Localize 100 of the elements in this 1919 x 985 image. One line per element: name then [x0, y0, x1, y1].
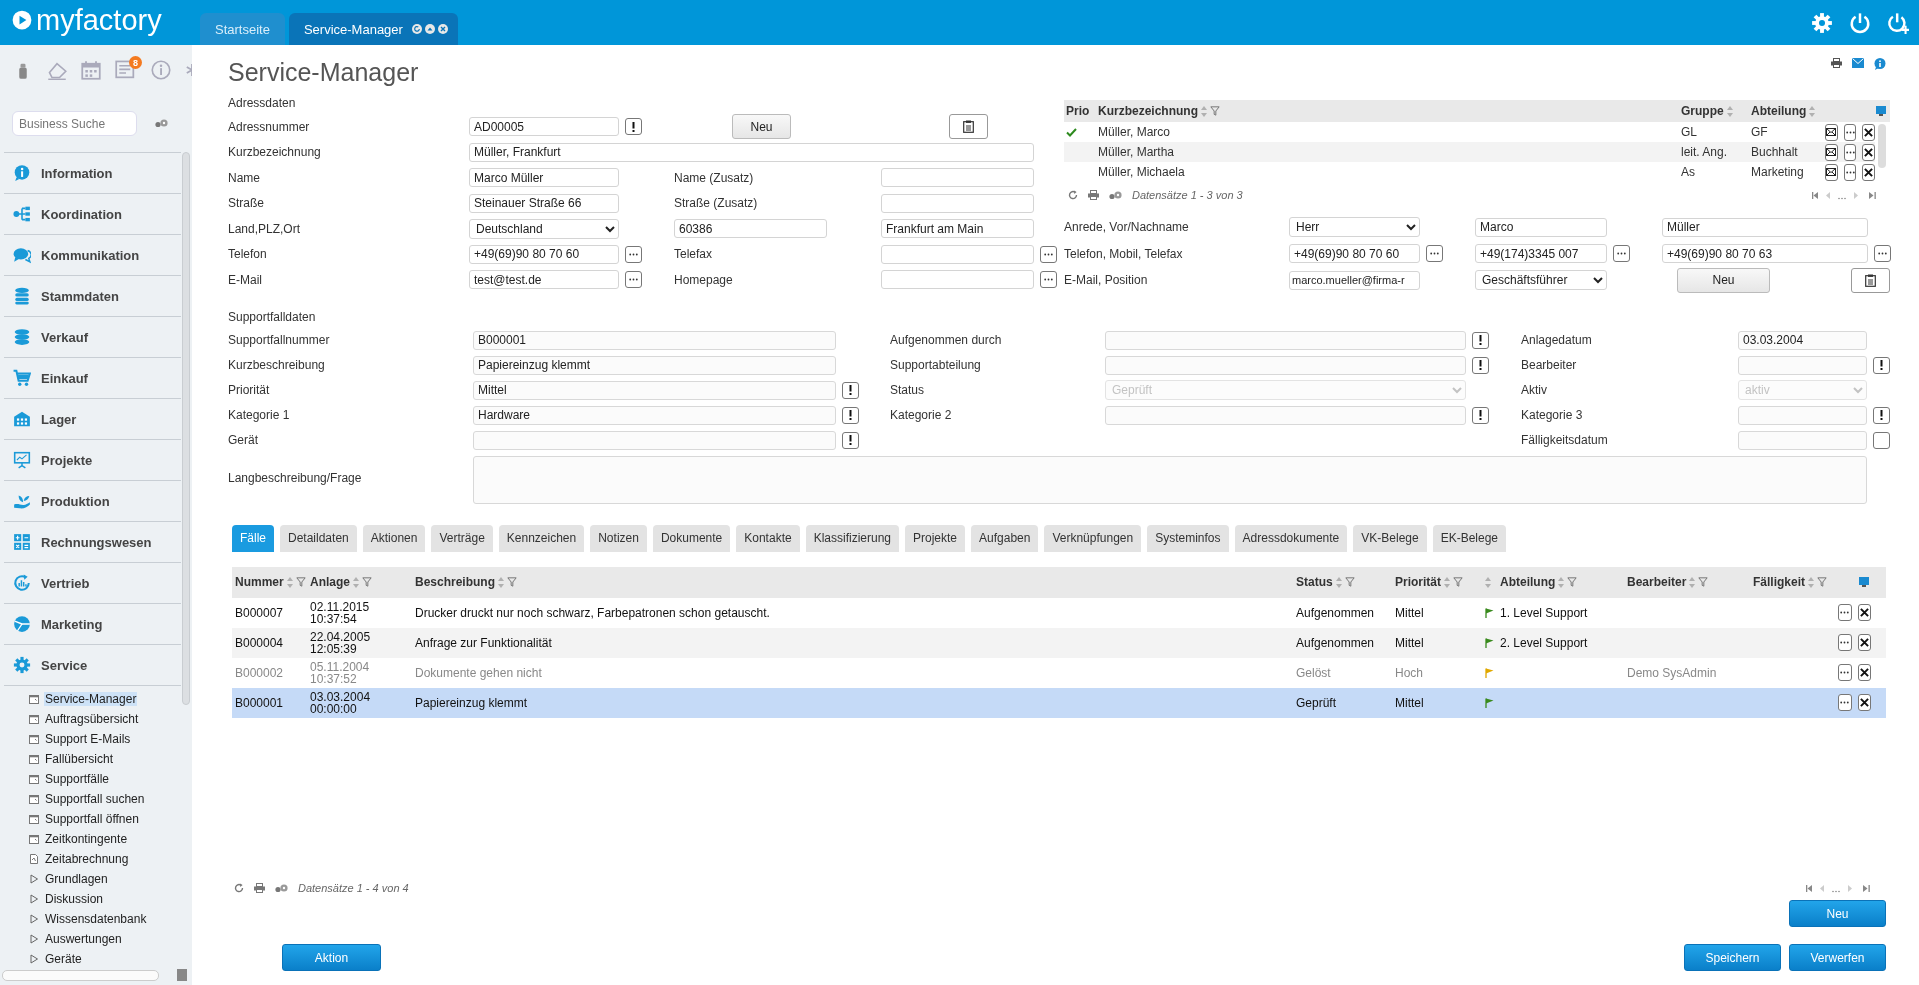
column-header[interactable]: Abteilung — [1751, 104, 1807, 118]
delete-button[interactable] — [1857, 694, 1871, 711]
new-button[interactable]: Neu — [1677, 267, 1770, 293]
alert-button[interactable] — [842, 381, 859, 399]
nav-item[interactable]: Kommunikation — [4, 234, 181, 275]
nav-item[interactable]: Einkauf — [4, 357, 181, 398]
text-field[interactable] — [881, 244, 1034, 264]
refresh-icon[interactable] — [234, 883, 244, 893]
nav-item[interactable]: Produktion — [4, 480, 181, 521]
column-header[interactable]: Fälligkeit — [1753, 575, 1805, 589]
mail-icon[interactable] — [1852, 58, 1864, 68]
text-field[interactable] — [881, 270, 1034, 290]
table-row[interactable]: Müller, Martha leit. Ang. Buchhalt — [1064, 142, 1875, 162]
text-field[interactable]: AD00005 — [469, 117, 619, 137]
filter-icon[interactable] — [1817, 577, 1827, 587]
filter-icon[interactable] — [1453, 577, 1463, 587]
text-field[interactable]: Müller, Frankfurt — [469, 142, 1034, 162]
dropdown[interactable]: Herr — [1289, 217, 1420, 238]
more-button[interactable] — [1613, 245, 1630, 263]
alert-button[interactable] — [625, 118, 642, 136]
column-header[interactable]: Gruppe — [1681, 104, 1724, 118]
nav-subitem[interactable]: Grundlagen — [4, 869, 181, 889]
tab[interactable]: VK-Belege — [1353, 524, 1427, 552]
nav-item[interactable]: Vertrieb — [4, 562, 181, 603]
nav-subitem[interactable]: Diskussion — [4, 889, 181, 909]
tab[interactable]: Kontakte — [736, 524, 800, 552]
date-button[interactable] — [1873, 431, 1890, 449]
more-button[interactable] — [1843, 123, 1857, 141]
column-header[interactable]: Bearbeiter — [1627, 575, 1687, 589]
text-field[interactable]: Hardware — [473, 405, 836, 425]
nav-item[interactable]: Koordination — [4, 193, 181, 234]
pager-icon[interactable] — [1806, 883, 1870, 893]
alert-button[interactable] — [1873, 406, 1890, 424]
scrollbar[interactable] — [1878, 124, 1886, 168]
more-button[interactable] — [1843, 143, 1857, 161]
text-field[interactable]: +49(69)90 80 70 63 — [1662, 244, 1868, 264]
tab[interactable]: Klassifizierung — [805, 524, 899, 552]
text-field[interactable]: 60386 — [674, 219, 827, 239]
tab[interactable]: Verträge — [431, 524, 493, 552]
scrollbar[interactable] — [182, 152, 190, 705]
table-row[interactable]: Müller, Marco GL GF — [1064, 122, 1875, 142]
nav-item[interactable]: Marketing — [4, 603, 181, 644]
column-header[interactable]: Prio — [1066, 104, 1090, 118]
text-field[interactable] — [1105, 355, 1466, 375]
tab[interactable]: Projekte — [905, 524, 966, 552]
clipboard-button[interactable] — [949, 114, 988, 140]
email-button[interactable] — [1825, 143, 1838, 161]
delete-button[interactable] — [1857, 604, 1871, 621]
filter-icon[interactable] — [1698, 577, 1709, 587]
power-icon[interactable] — [1849, 11, 1871, 34]
alert-button[interactable] — [842, 431, 859, 449]
text-field[interactable]: Papiereinzug klemmt — [473, 355, 836, 375]
alert-button[interactable] — [1472, 356, 1489, 374]
pager-icon[interactable] — [1812, 190, 1876, 200]
delete-button[interactable] — [1857, 664, 1871, 681]
text-field[interactable]: Frankfurt am Main — [881, 219, 1034, 239]
app-tab[interactable]: Service-Manager — [288, 13, 458, 45]
nav-subitem[interactable]: Fallübersicht — [4, 749, 181, 769]
nav-item[interactable]: Service — [4, 644, 181, 685]
print-icon[interactable] — [1831, 58, 1842, 68]
tab[interactable]: Aktionen — [362, 524, 426, 552]
text-field[interactable]: Marco — [1475, 217, 1607, 237]
minimize-icon[interactable] — [424, 24, 435, 34]
more-button[interactable] — [625, 271, 642, 289]
clipboard-button[interactable] — [1851, 267, 1890, 293]
text-field[interactable]: test@test.de — [469, 270, 619, 290]
more-button[interactable] — [1838, 664, 1852, 681]
nav-subitem[interactable]: Supportfälle — [4, 769, 181, 789]
more-button[interactable] — [1874, 245, 1891, 263]
nav-subitem[interactable]: Zeitkontingente — [4, 829, 181, 849]
settings-icon[interactable] — [1811, 11, 1833, 34]
email-button[interactable] — [1825, 163, 1838, 181]
tab[interactable]: Kennzeichen — [498, 524, 585, 552]
refresh-icon[interactable] — [411, 24, 422, 34]
filter-icon[interactable] — [1210, 106, 1220, 116]
nav-subitem[interactable]: Auswertungen — [4, 929, 181, 949]
alert-button[interactable] — [1873, 356, 1890, 374]
tab[interactable]: Notizen — [590, 524, 647, 552]
text-field[interactable] — [881, 193, 1034, 213]
text-field[interactable]: marco.mueller@firma-r — [1289, 270, 1420, 290]
column-header[interactable]: Anlage — [310, 575, 350, 589]
refresh-icon[interactable] — [1068, 190, 1078, 200]
tab[interactable]: EK-Belege — [1432, 524, 1507, 552]
text-field[interactable]: +49(174)3345 007 — [1475, 244, 1607, 264]
text-field[interactable]: 03.03.2004 — [1738, 330, 1867, 350]
nav-subitem[interactable]: Zeitabrechnung — [4, 849, 181, 869]
text-field[interactable] — [1738, 405, 1867, 425]
tab[interactable]: Systeminfos — [1147, 524, 1229, 552]
nav-subitem[interactable]: Service-Manager — [4, 689, 181, 709]
dropdown[interactable]: Deutschland — [469, 218, 619, 239]
column-header[interactable]: Status — [1296, 575, 1333, 589]
column-header[interactable]: Abteilung — [1500, 575, 1556, 589]
column-header[interactable]: Priorität — [1395, 575, 1441, 589]
text-field[interactable] — [473, 430, 836, 450]
search-field[interactable]: Business Suche — [12, 111, 137, 136]
text-field[interactable]: B000001 — [473, 330, 836, 350]
filter-icon[interactable] — [1567, 577, 1578, 587]
more-button[interactable] — [1040, 271, 1057, 289]
more-button[interactable] — [1040, 245, 1057, 263]
tab[interactable]: Detaildaten — [280, 524, 357, 552]
